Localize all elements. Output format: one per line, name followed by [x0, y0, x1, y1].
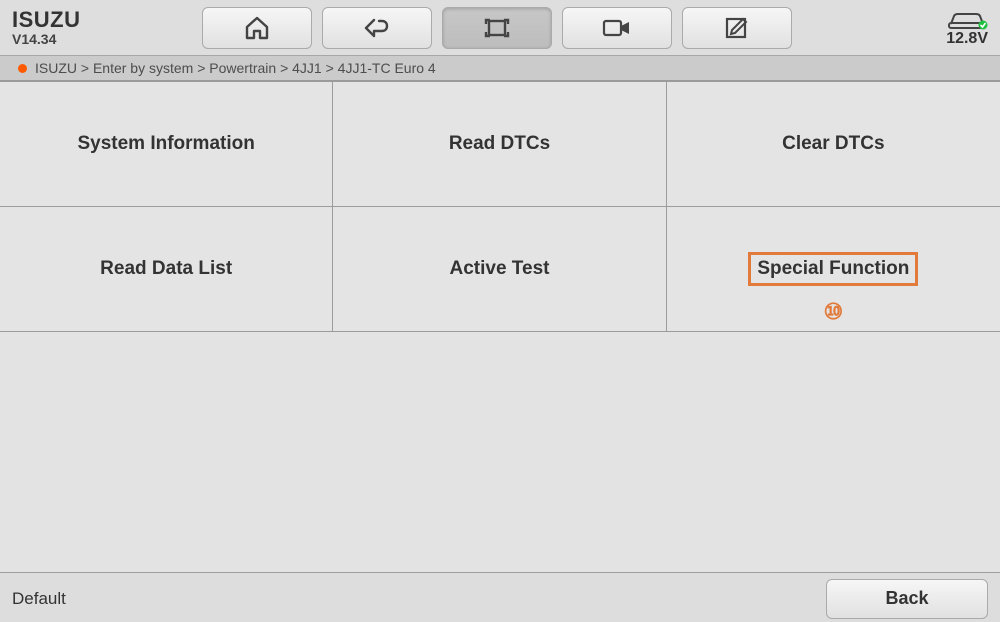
menu-item-special-function[interactable]: Special Function ⑩	[667, 207, 1000, 332]
brand-block: ISUZU V14.34	[0, 8, 202, 48]
record-button[interactable]	[562, 7, 672, 49]
menu-item-read-data-list[interactable]: Read Data List	[0, 207, 333, 332]
home-icon	[243, 15, 271, 41]
footer-status: Default	[12, 589, 66, 609]
header-bar: ISUZU V14.34	[0, 0, 1000, 56]
back-footer-button[interactable]: Back	[826, 579, 988, 619]
car-icon	[946, 9, 988, 31]
brand-title: ISUZU	[12, 8, 202, 32]
back-footer-label: Back	[885, 588, 928, 609]
breadcrumb: ISUZU > Enter by system > Powertrain > 4…	[0, 56, 1000, 81]
edit-icon	[723, 15, 751, 41]
screenshot-button[interactable]	[442, 7, 552, 49]
voltage-value: 12.8V	[946, 31, 988, 47]
menu-item-system-information[interactable]: System Information	[0, 82, 333, 207]
home-button[interactable]	[202, 7, 312, 49]
breadcrumb-text: ISUZU > Enter by system > Powertrain > 4…	[35, 60, 436, 76]
main-area: System Information Read DTCs Clear DTCs …	[0, 81, 1000, 572]
menu-item-label: Special Function	[757, 258, 909, 279]
breadcrumb-dot-icon	[18, 64, 27, 73]
highlight-box: Special Function	[748, 252, 918, 286]
voltage-indicator: 12.8V	[946, 9, 1000, 47]
return-icon	[362, 15, 392, 41]
menu-item-label: Clear DTCs	[782, 133, 884, 155]
header-buttons	[202, 7, 792, 49]
brand-version: V14.34	[12, 32, 202, 47]
footer-bar: Default Back	[0, 572, 1000, 622]
edit-button[interactable]	[682, 7, 792, 49]
annotation-marker: ⑩	[823, 299, 843, 325]
menu-item-label: Read DTCs	[449, 133, 550, 155]
screenshot-icon	[482, 15, 512, 41]
menu-item-active-test[interactable]: Active Test	[333, 207, 666, 332]
menu-item-label: Read Data List	[100, 258, 232, 280]
back-button[interactable]	[322, 7, 432, 49]
video-icon	[601, 16, 633, 40]
menu-item-read-dtcs[interactable]: Read DTCs	[333, 82, 666, 207]
menu-item-label: System Information	[77, 133, 254, 155]
menu-item-label: Active Test	[450, 258, 550, 280]
menu-item-clear-dtcs[interactable]: Clear DTCs	[667, 82, 1000, 207]
menu-grid: System Information Read DTCs Clear DTCs …	[0, 81, 1000, 332]
